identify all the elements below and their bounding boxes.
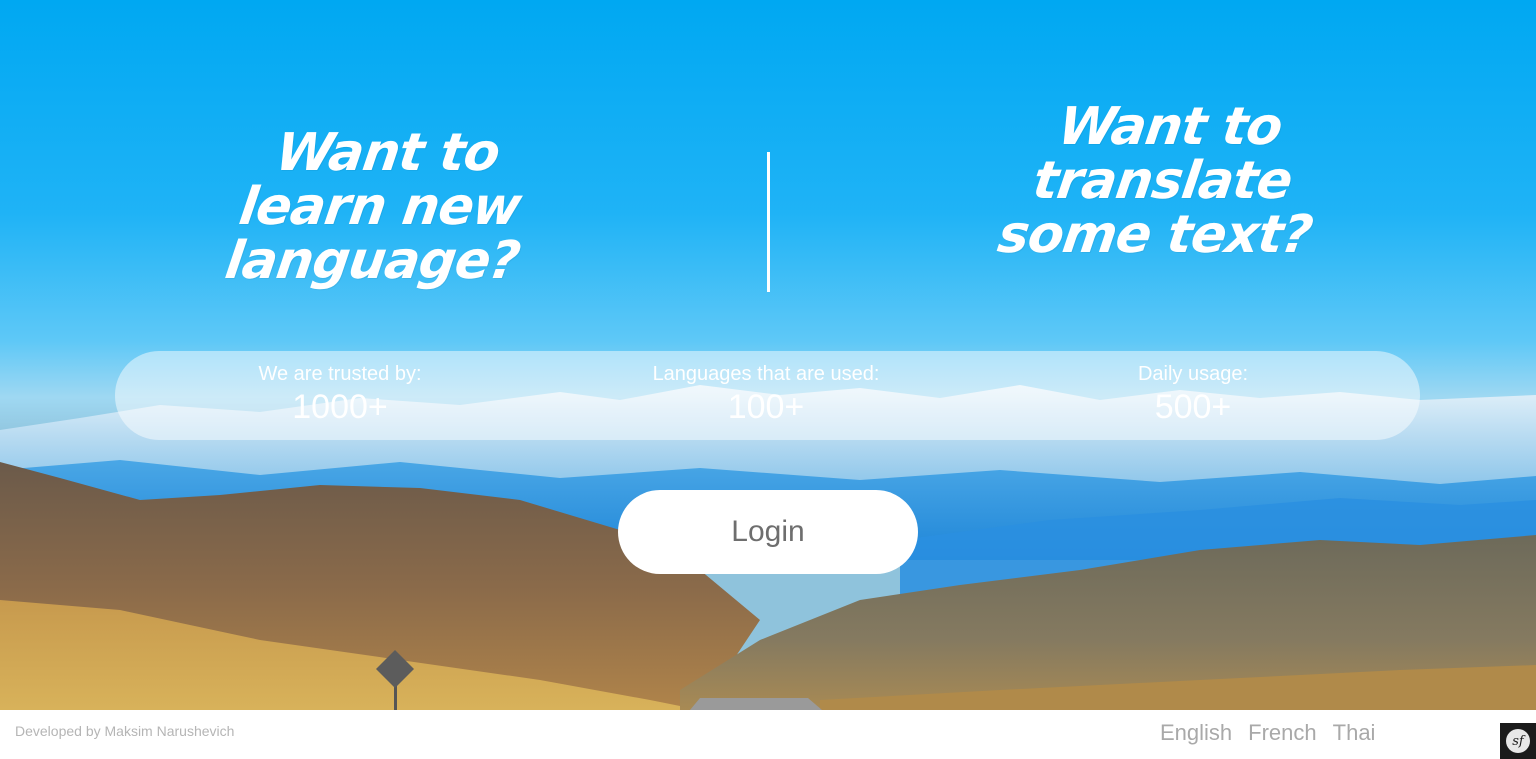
language-english-link[interactable]: English bbox=[1160, 720, 1232, 746]
stat-value: 1000+ bbox=[292, 388, 388, 426]
headline-divider bbox=[767, 152, 770, 292]
stat-label: Daily usage: bbox=[1137, 363, 1249, 385]
learn-language-headline: Want to learn new language? bbox=[221, 123, 525, 291]
stat-value: 100+ bbox=[727, 388, 805, 426]
hero-banner: Want to learn new language? Want to tran… bbox=[0, 0, 1536, 710]
language-thai-link[interactable]: Thai bbox=[1333, 720, 1376, 746]
stat-trusted-by: We are trusted by: 1000+ bbox=[160, 361, 520, 427]
symfony-toolbar-button[interactable]: sf bbox=[1500, 723, 1536, 759]
stat-label: We are trusted by: bbox=[258, 363, 422, 385]
translate-text-headline: Want to translate some text? bbox=[994, 97, 1316, 265]
stat-daily-usage: Daily usage: 500+ bbox=[1013, 361, 1373, 427]
language-switcher: English French Thai bbox=[1160, 720, 1375, 746]
symfony-toolbar-icon: sf bbox=[1506, 729, 1530, 753]
language-french-link[interactable]: French bbox=[1248, 720, 1316, 746]
footer: Developed by Maksim Narushevich English … bbox=[0, 710, 1536, 759]
stats-bar: We are trusted by: 1000+ Languages that … bbox=[115, 351, 1420, 440]
stat-languages-used: Languages that are used: 100+ bbox=[586, 361, 946, 427]
stat-value: 500+ bbox=[1154, 388, 1232, 426]
developer-credit: Developed by Maksim Narushevich bbox=[15, 723, 235, 739]
stat-label: Languages that are used: bbox=[652, 363, 880, 385]
login-button[interactable]: Login bbox=[618, 490, 918, 574]
